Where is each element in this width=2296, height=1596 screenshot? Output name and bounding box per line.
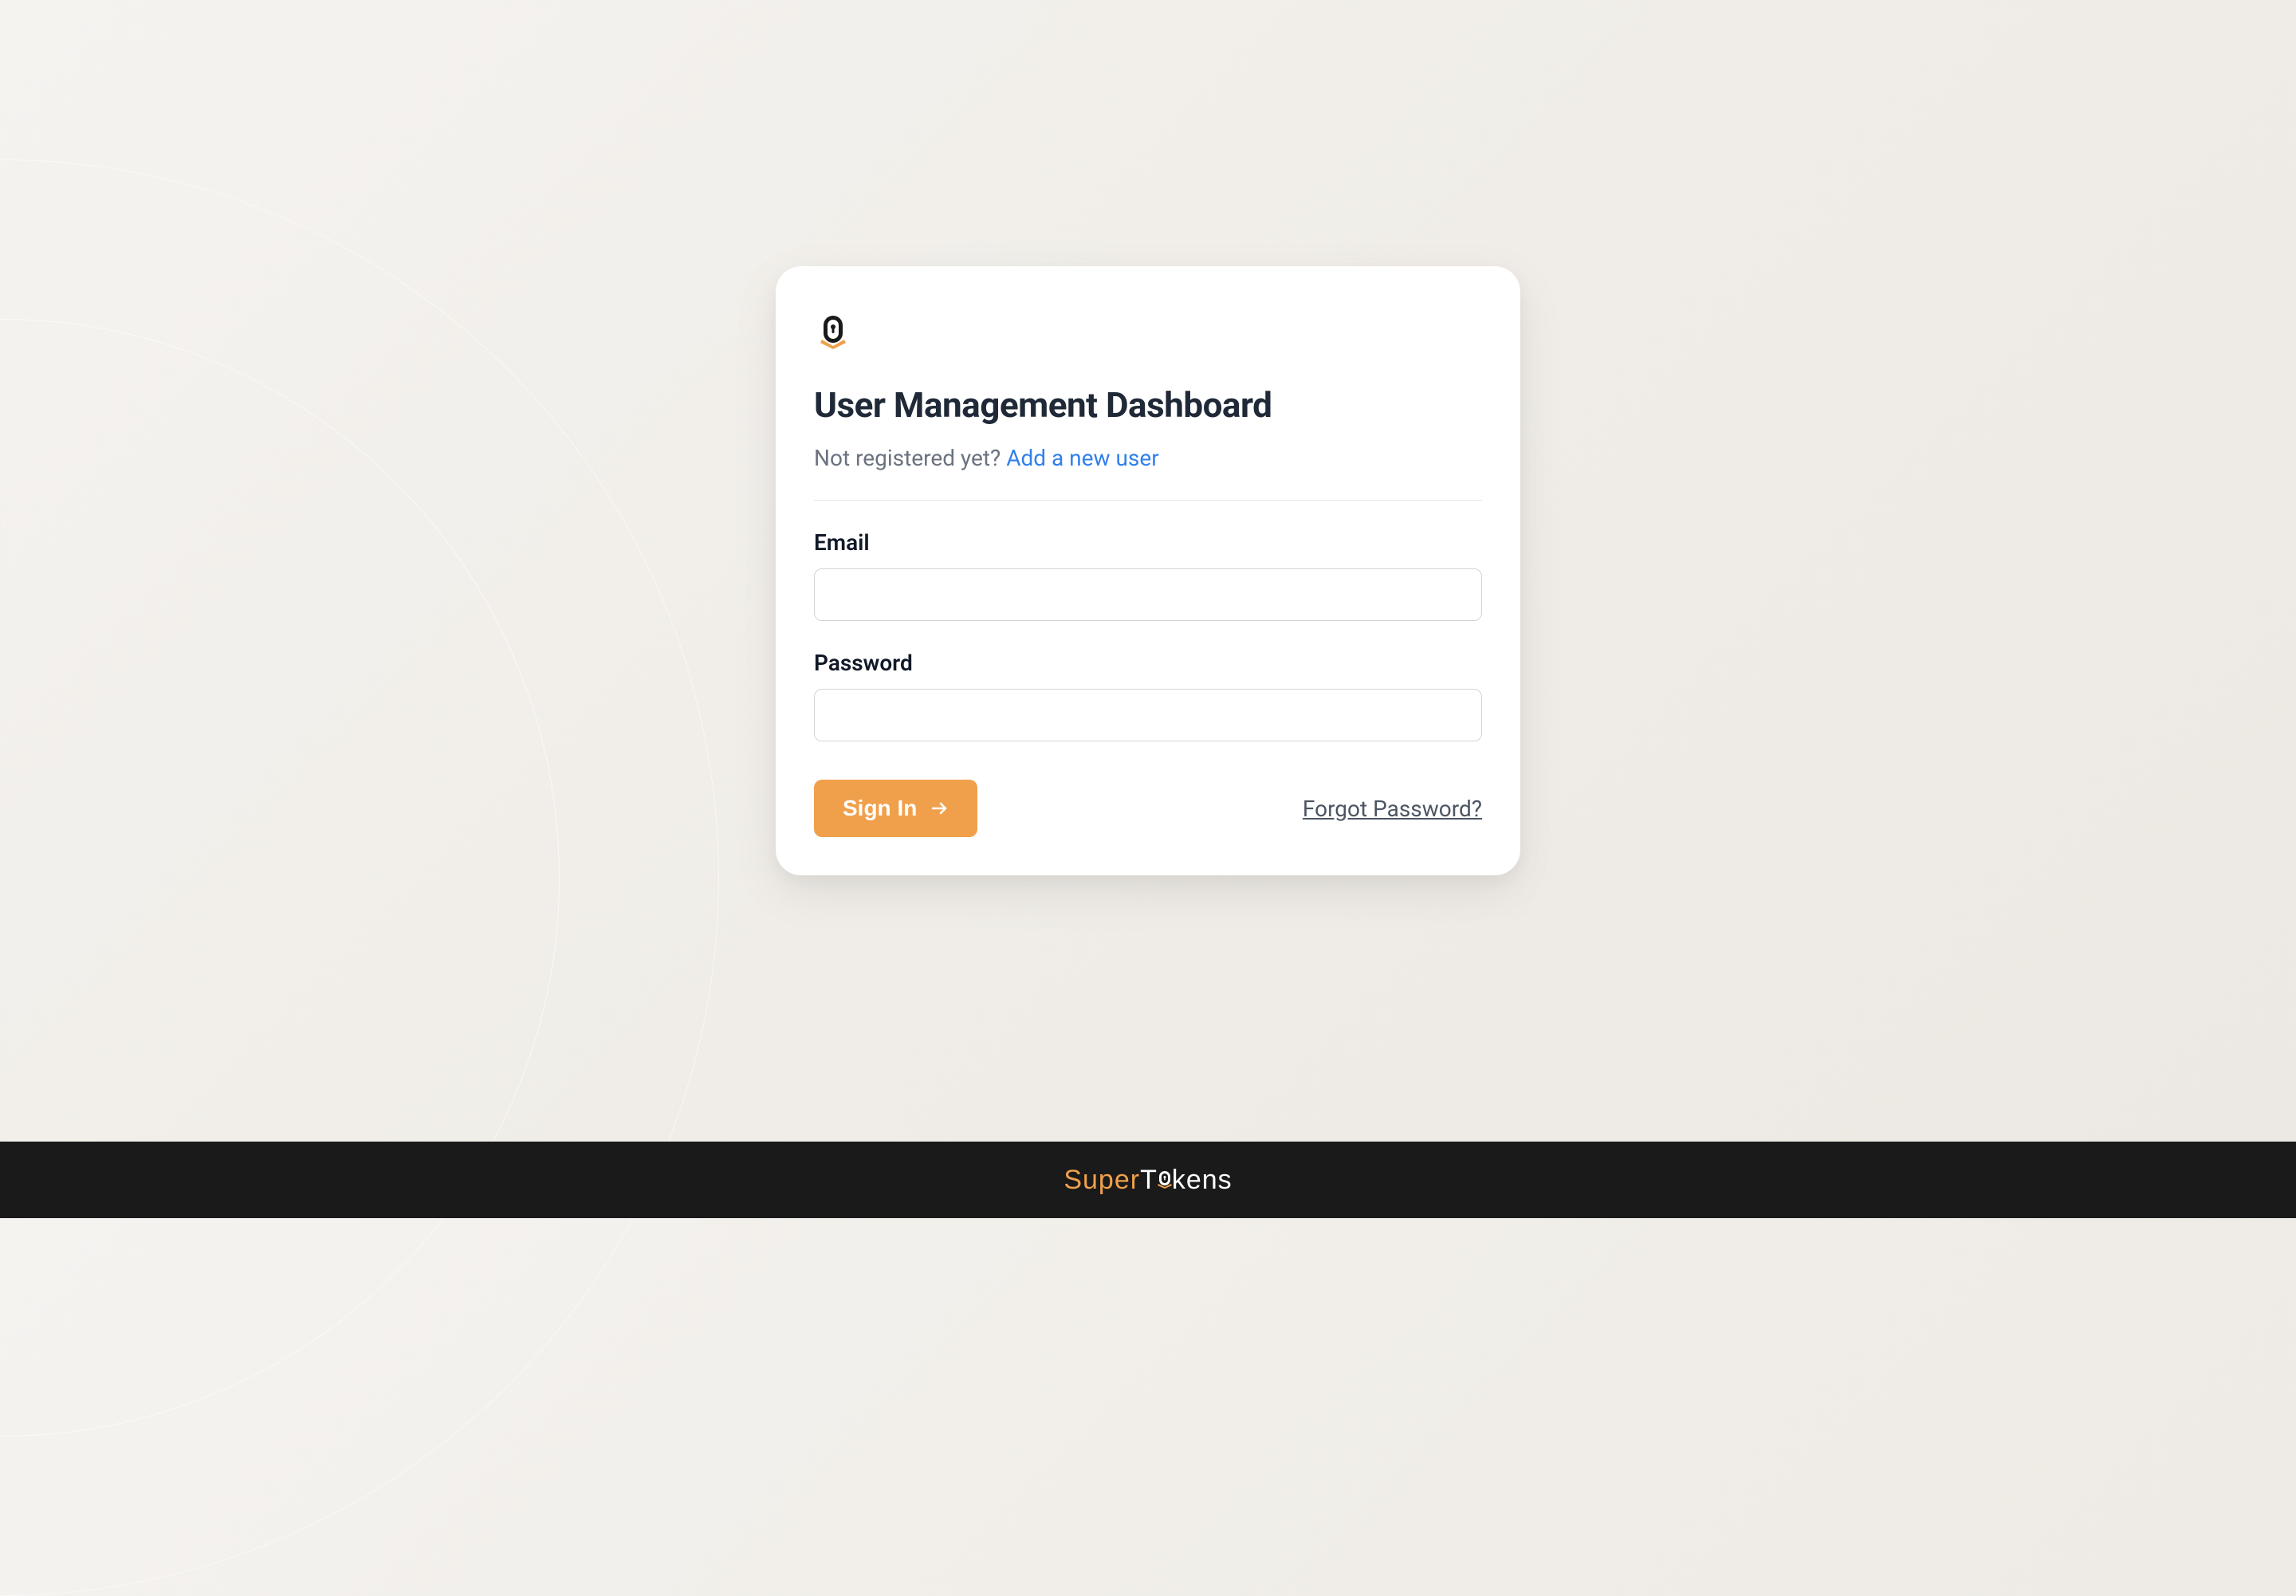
- register-prompt: Not registered yet? Add a new user: [814, 445, 1482, 471]
- signin-button[interactable]: Sign In: [814, 780, 977, 837]
- email-label: Email: [814, 529, 1482, 556]
- footer-brand-text: SuperTkens: [1063, 1165, 1232, 1196]
- divider: [814, 500, 1482, 501]
- password-field[interactable]: [814, 689, 1482, 741]
- arrow-right-icon: [930, 799, 949, 818]
- actions-row: Sign In Forgot Password?: [814, 780, 1482, 837]
- brand-super: Super: [1063, 1165, 1140, 1195]
- add-user-link[interactable]: Add a new user: [1006, 445, 1159, 471]
- lock-o-icon: [1156, 1169, 1174, 1190]
- forgot-password-link[interactable]: Forgot Password?: [1303, 796, 1482, 822]
- logo-container: [814, 311, 1482, 352]
- password-form-group: Password: [814, 650, 1482, 741]
- brand-t: T: [1140, 1165, 1158, 1195]
- footer: SuperTkens: [0, 1142, 2296, 1218]
- main-container: User Management Dashboard Not registered…: [0, 0, 2296, 1142]
- signin-button-label: Sign In: [843, 796, 917, 821]
- auth-card: User Management Dashboard Not registered…: [776, 266, 1520, 875]
- register-prompt-text: Not registered yet?: [814, 445, 1006, 471]
- footer-logo: SuperTkens: [1063, 1165, 1232, 1196]
- brand-kens: kens: [1172, 1165, 1233, 1195]
- supertokens-logo-icon: [814, 311, 852, 352]
- email-field[interactable]: [814, 568, 1482, 621]
- password-label: Password: [814, 650, 1482, 676]
- email-form-group: Email: [814, 529, 1482, 621]
- page-title: User Management Dashboard: [814, 384, 1482, 426]
